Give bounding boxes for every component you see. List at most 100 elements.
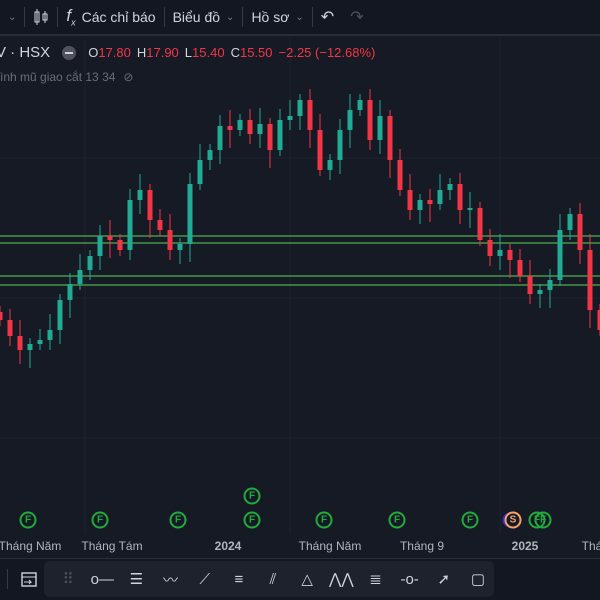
interval-dropdown[interactable]: ⌄	[0, 0, 24, 34]
fx-icon: fx	[66, 6, 76, 28]
candle-body	[7, 320, 13, 336]
horizontal-ray-tool[interactable]: o—	[86, 564, 118, 594]
candle-body	[497, 250, 503, 256]
financial-event-marker[interactable]: F	[243, 487, 261, 505]
goto-date-button[interactable]	[12, 564, 45, 594]
candle-body	[537, 290, 543, 294]
high-value: 17.90	[146, 45, 179, 60]
candle-body	[27, 344, 33, 350]
financial-event-marker[interactable]: F	[19, 511, 37, 529]
financial-event-marker[interactable]: F	[243, 511, 261, 529]
close-value: 15.50	[239, 45, 273, 60]
time-axis-label: Tháng Năm	[298, 539, 362, 553]
hidden-eye-icon[interactable]: ⊘	[123, 70, 133, 84]
candle-body	[487, 240, 493, 256]
undo-button[interactable]: ↶	[313, 0, 342, 34]
candle-body	[357, 100, 363, 110]
fib-extension-tool[interactable]: ≣	[359, 564, 391, 594]
low-value: 15.40	[192, 45, 225, 60]
candle-body	[547, 280, 553, 290]
candle-body	[297, 100, 303, 116]
open-value: 17.80	[98, 45, 131, 60]
indicators-label: Các chỉ báo	[81, 9, 156, 25]
candle-body	[187, 184, 193, 244]
financial-event-marker[interactable]: F	[169, 511, 187, 529]
study-label[interactable]: ình mũ giao cắt 13 34	[0, 70, 115, 84]
horizontal-line-icon: -o-	[400, 570, 419, 588]
candle-body	[167, 230, 173, 250]
candle-body	[197, 160, 203, 184]
parallel-lines-icon: ☰	[129, 571, 144, 588]
fib-retracement-icon: ≡	[234, 570, 244, 588]
triangle-tool[interactable]: △	[291, 564, 323, 594]
candle-body	[117, 240, 123, 250]
candle-body	[407, 190, 413, 210]
time-axis-label: Tháng Tám	[81, 539, 143, 553]
candle-body	[177, 244, 183, 250]
close-label: C	[230, 45, 240, 60]
drawing-toolbar: ⠿ o— ☰ 〰 ⟋ ≡ ⫽ △ ⋀⋀ ≣ -o- ➚ ▢	[0, 558, 600, 600]
shape-icon: ▢	[470, 571, 486, 588]
symbol-label[interactable]: V · HSX	[0, 44, 50, 61]
trend-path-icon: 〰	[163, 571, 179, 589]
parallel-channel-icon: ⫽	[269, 570, 277, 588]
candle-body	[437, 190, 443, 204]
candle-body	[377, 116, 383, 140]
financial-event-marker[interactable]: F	[315, 511, 333, 529]
candle-body	[227, 126, 233, 130]
trend-line-tool[interactable]: ⟋	[189, 564, 221, 594]
shape-tool[interactable]: ▢	[462, 564, 494, 594]
candles-icon	[34, 9, 48, 25]
candle-body	[97, 236, 103, 256]
triangle-icon: △	[301, 571, 313, 588]
time-axis-label: 2025	[511, 539, 539, 553]
redo-button[interactable]: ↷	[342, 0, 371, 34]
candle-body	[567, 214, 573, 230]
profile-label: Hồ sơ	[251, 9, 290, 25]
arrow-tool[interactable]: ➚	[428, 564, 460, 594]
candle-body	[507, 250, 513, 260]
price-chart[interactable]	[0, 38, 600, 534]
horizontal-line-tool[interactable]: -o-	[394, 564, 426, 594]
split-event-marker[interactable]: S	[504, 511, 522, 529]
financial-event-marker[interactable]: F	[388, 511, 406, 529]
drag-handle-tool[interactable]: ⠿	[52, 564, 84, 594]
candle-body	[67, 284, 73, 300]
candle-body	[457, 184, 463, 210]
time-axis[interactable]: Tháng Năm Tháng Tám 2024 Tháng Năm Tháng 9 20…	[0, 534, 600, 558]
candle-body	[107, 236, 113, 240]
financial-event-marker[interactable]: F	[91, 511, 109, 529]
candle-body	[447, 184, 453, 190]
symbol-legend: V · HSX O17.80 H17.90 L15.40 C15.50 −2.2…	[0, 44, 375, 61]
candle-body	[467, 208, 473, 210]
chart-dropdown[interactable]: Biểu đồ ⌄	[165, 0, 243, 34]
candle-body	[387, 116, 393, 160]
top-toolbar: ⌄ fx Các chỉ báo Biểu đồ ⌄ Hồ sơ ⌄ ↶ ↷	[0, 0, 600, 36]
candle-body	[137, 190, 143, 200]
chart-type-button[interactable]	[25, 0, 57, 34]
candle-body	[207, 150, 213, 160]
candle-body	[337, 130, 343, 160]
fib-extension-icon: ≣	[369, 571, 382, 588]
chevron-down-icon: ⌄	[226, 11, 235, 23]
time-axis-label: Tháng 9	[399, 539, 445, 553]
candle-body	[367, 100, 373, 140]
candle-body	[267, 124, 273, 150]
drawing-tools: ⠿ o— ☰ 〰 ⟋ ≡ ⫽ △ ⋀⋀ ≣ -o- ➚ ▢	[44, 561, 494, 597]
financial-event-marker[interactable]: F	[534, 511, 552, 529]
profile-dropdown[interactable]: Hồ sơ ⌄	[243, 0, 311, 34]
candle-body	[417, 200, 423, 210]
fib-retracement-tool[interactable]: ≡	[223, 564, 255, 594]
pattern-tool[interactable]: ⋀⋀	[325, 564, 357, 594]
candle-body	[427, 200, 433, 204]
indicators-button[interactable]: fx Các chỉ báo	[58, 0, 163, 34]
candle-body	[0, 312, 3, 320]
financial-event-marker[interactable]: F	[461, 511, 479, 529]
collapse-icon[interactable]	[62, 45, 77, 60]
time-axis-label: Thá	[581, 539, 600, 553]
parallel-lines-tool[interactable]: ☰	[120, 564, 152, 594]
trend-path-tool[interactable]: 〰	[154, 564, 186, 594]
candle-body	[287, 116, 293, 120]
parallel-channel-tool[interactable]: ⫽	[257, 564, 289, 594]
candle-body	[327, 160, 333, 170]
